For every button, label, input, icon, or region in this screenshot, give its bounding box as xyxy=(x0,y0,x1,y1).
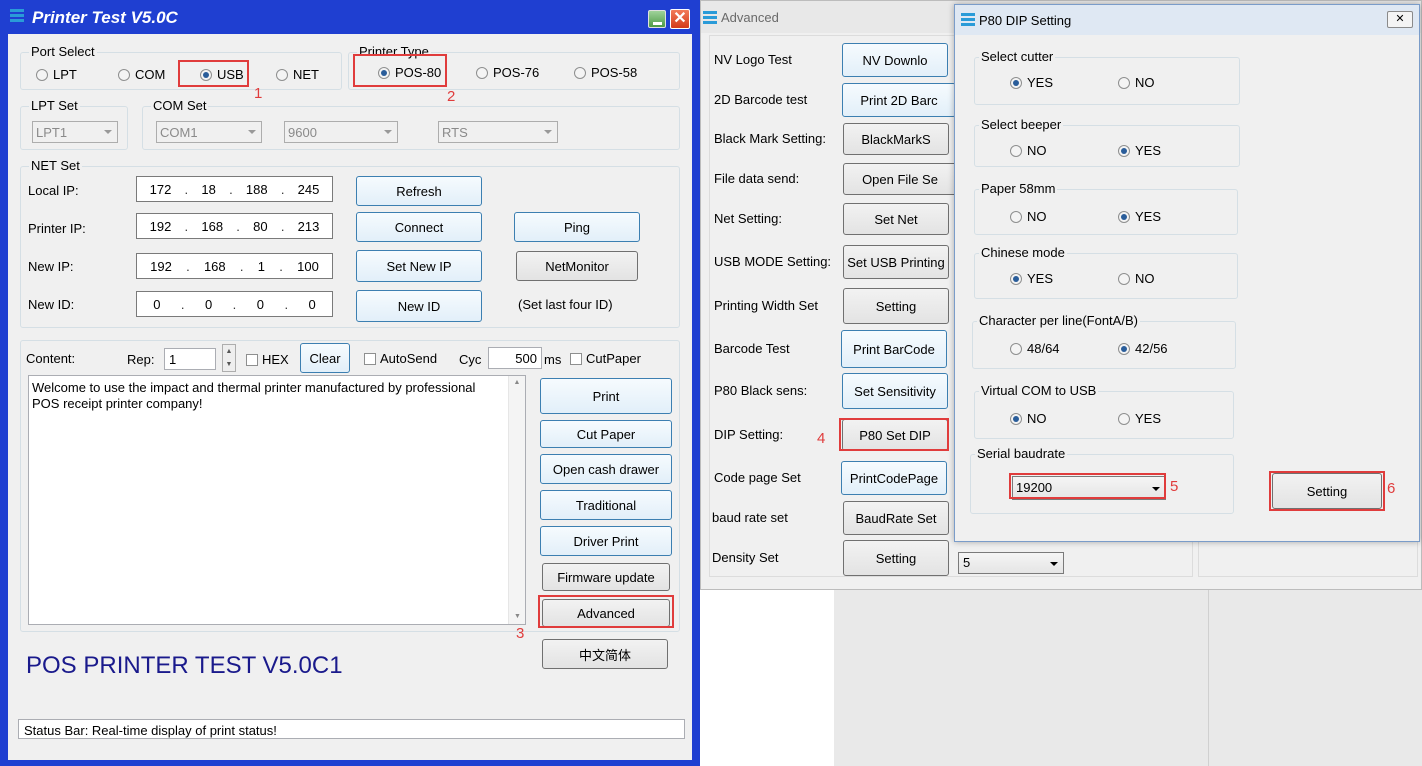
minimize-button[interactable] xyxy=(648,10,666,28)
connect-button[interactable]: Connect xyxy=(356,212,482,242)
rep-input[interactable]: 1 xyxy=(164,348,216,370)
set-new-ip-button[interactable]: Set New IP xyxy=(356,250,482,282)
big-title: POS PRINTER TEST V5.0C1 xyxy=(26,652,343,679)
traditional-button[interactable]: Traditional xyxy=(540,490,672,520)
dip-radio-option[interactable]: NO xyxy=(1010,209,1047,224)
radio-circle-icon xyxy=(1010,144,1022,157)
dip-window: P80 DIP Setting ✕ Select cutter YES NO Sele… xyxy=(954,4,1420,542)
cut-paper-button[interactable]: Cut Paper xyxy=(540,420,672,448)
dip-radio-option[interactable]: NO xyxy=(1010,411,1047,426)
com-baud-select[interactable]: 9600 xyxy=(284,121,398,143)
dip-radio-option[interactable]: YES xyxy=(1118,411,1161,426)
cutpaper-checkbox[interactable]: CutPaper xyxy=(570,351,641,366)
chinese-button[interactable]: 中文简体 xyxy=(542,639,668,669)
radio-net[interactable]: NET xyxy=(276,67,319,82)
firmware-update-button[interactable]: Firmware update xyxy=(542,563,670,591)
rep-spinner[interactable]: ▲ ▼ xyxy=(222,344,236,372)
annotation-4: 4 xyxy=(817,430,826,447)
radio-pos58[interactable]: POS-58 xyxy=(574,65,637,80)
com-port-select[interactable]: COM1 xyxy=(156,121,262,143)
new-id-label: New ID: xyxy=(28,297,75,312)
radio-circle-icon xyxy=(1118,144,1130,157)
ms-label: ms xyxy=(544,352,562,367)
driver-print-button[interactable]: Driver Print xyxy=(540,526,672,556)
annotation-2: 2 xyxy=(447,88,456,105)
dip-radio-option[interactable]: NO xyxy=(1118,75,1155,90)
dip-radio-option[interactable]: YES xyxy=(1118,209,1161,224)
background-grey-area xyxy=(834,590,1422,766)
set-last-four-label: (Set last four ID) xyxy=(518,297,613,312)
main-title: Printer Test V5.0C xyxy=(32,8,178,27)
hex-checkbox[interactable]: HEX xyxy=(246,352,289,367)
new-id-button[interactable]: New ID xyxy=(356,290,482,322)
ping-button[interactable]: Ping xyxy=(514,212,640,242)
highlight-pos80 xyxy=(353,54,447,87)
close-icon[interactable]: ✕ xyxy=(670,9,690,29)
new-id-input[interactable]: 0.0.0.0 xyxy=(136,291,333,317)
radio-lpt[interactable]: LPT xyxy=(36,67,77,82)
highlight-setting xyxy=(1269,471,1385,511)
radio-pos76[interactable]: POS-76 xyxy=(476,65,539,80)
dip-radio-option[interactable]: NO xyxy=(1010,143,1047,158)
clear-button[interactable]: Clear xyxy=(300,343,350,373)
local-ip-label: Local IP: xyxy=(28,183,79,198)
radio-circle-icon xyxy=(1010,76,1022,89)
dip-radio-option[interactable]: YES xyxy=(1010,75,1053,90)
radio-circle-icon xyxy=(1118,76,1130,89)
cyc-input[interactable]: 500 xyxy=(488,347,542,369)
printer-ip-label: Printer IP: xyxy=(28,221,86,236)
annotation-1: 1 xyxy=(254,85,263,102)
textarea-scrollbar[interactable]: ▲ ▼ xyxy=(508,376,525,624)
lpt-select[interactable]: LPT1 xyxy=(32,121,118,143)
new-ip-label: New IP: xyxy=(28,259,74,274)
radio-circle-icon xyxy=(1118,342,1130,355)
refresh-button[interactable]: Refresh xyxy=(356,176,482,206)
radio-circle-icon xyxy=(1010,412,1022,425)
radio-circle-icon xyxy=(1010,272,1022,285)
printer-ip-input[interactable]: 192. 168. 80. 213 xyxy=(136,213,333,239)
print-button[interactable]: Print xyxy=(540,378,672,414)
content-label: Content: xyxy=(26,351,76,366)
main-client: Port Select LPT COM USB NET Printer Type… xyxy=(8,34,692,760)
highlight-usb xyxy=(178,60,249,87)
dip-radio-option[interactable]: YES xyxy=(1010,271,1053,286)
annotation-5: 5 xyxy=(1170,478,1179,495)
highlight-p80-set-dip xyxy=(839,418,949,451)
bg-divider xyxy=(1208,590,1209,766)
dip-radio-option[interactable]: YES xyxy=(1118,143,1161,158)
radio-circle-icon xyxy=(1010,210,1022,223)
radio-circle-icon xyxy=(1118,210,1130,223)
highlight-advanced xyxy=(538,595,674,628)
radio-com[interactable]: COM xyxy=(118,67,165,82)
radio-circle-icon xyxy=(1010,342,1022,355)
status-bar: Status Bar: Real-time display of print s… xyxy=(18,719,685,739)
rep-label: Rep: xyxy=(127,352,155,367)
netmonitor-button[interactable]: NetMonitor xyxy=(516,251,638,281)
main-titlebar: Printer Test V5.0C ✕ xyxy=(0,0,700,34)
main-window: Printer Test V5.0C ✕ Port Select LPT COM… xyxy=(0,0,700,766)
annotation-6: 6 xyxy=(1387,480,1396,497)
highlight-baudrate xyxy=(1009,473,1166,499)
local-ip-input[interactable]: 172. 18. 188. 245 xyxy=(136,176,333,202)
app-logo-icon xyxy=(10,9,24,24)
dip-radio-option[interactable]: NO xyxy=(1118,271,1155,286)
dip-radio-option[interactable]: 48/64 xyxy=(1010,341,1060,356)
dip-radio-option[interactable]: 42/56 xyxy=(1118,341,1168,356)
cyc-label: Cyc xyxy=(459,352,482,367)
open-cash-drawer-button[interactable]: Open cash drawer xyxy=(540,454,672,484)
new-ip-input[interactable]: 192. 168. 1. 100 xyxy=(136,253,333,279)
content-textarea[interactable]: Welcome to use the impact and thermal pr… xyxy=(28,375,526,625)
radio-circle-icon xyxy=(1118,272,1130,285)
com-flow-select[interactable]: RTS xyxy=(438,121,558,143)
autosend-checkbox[interactable]: AutoSend xyxy=(364,351,437,366)
radio-circle-icon xyxy=(1118,412,1130,425)
annotation-3: 3 xyxy=(516,625,525,642)
